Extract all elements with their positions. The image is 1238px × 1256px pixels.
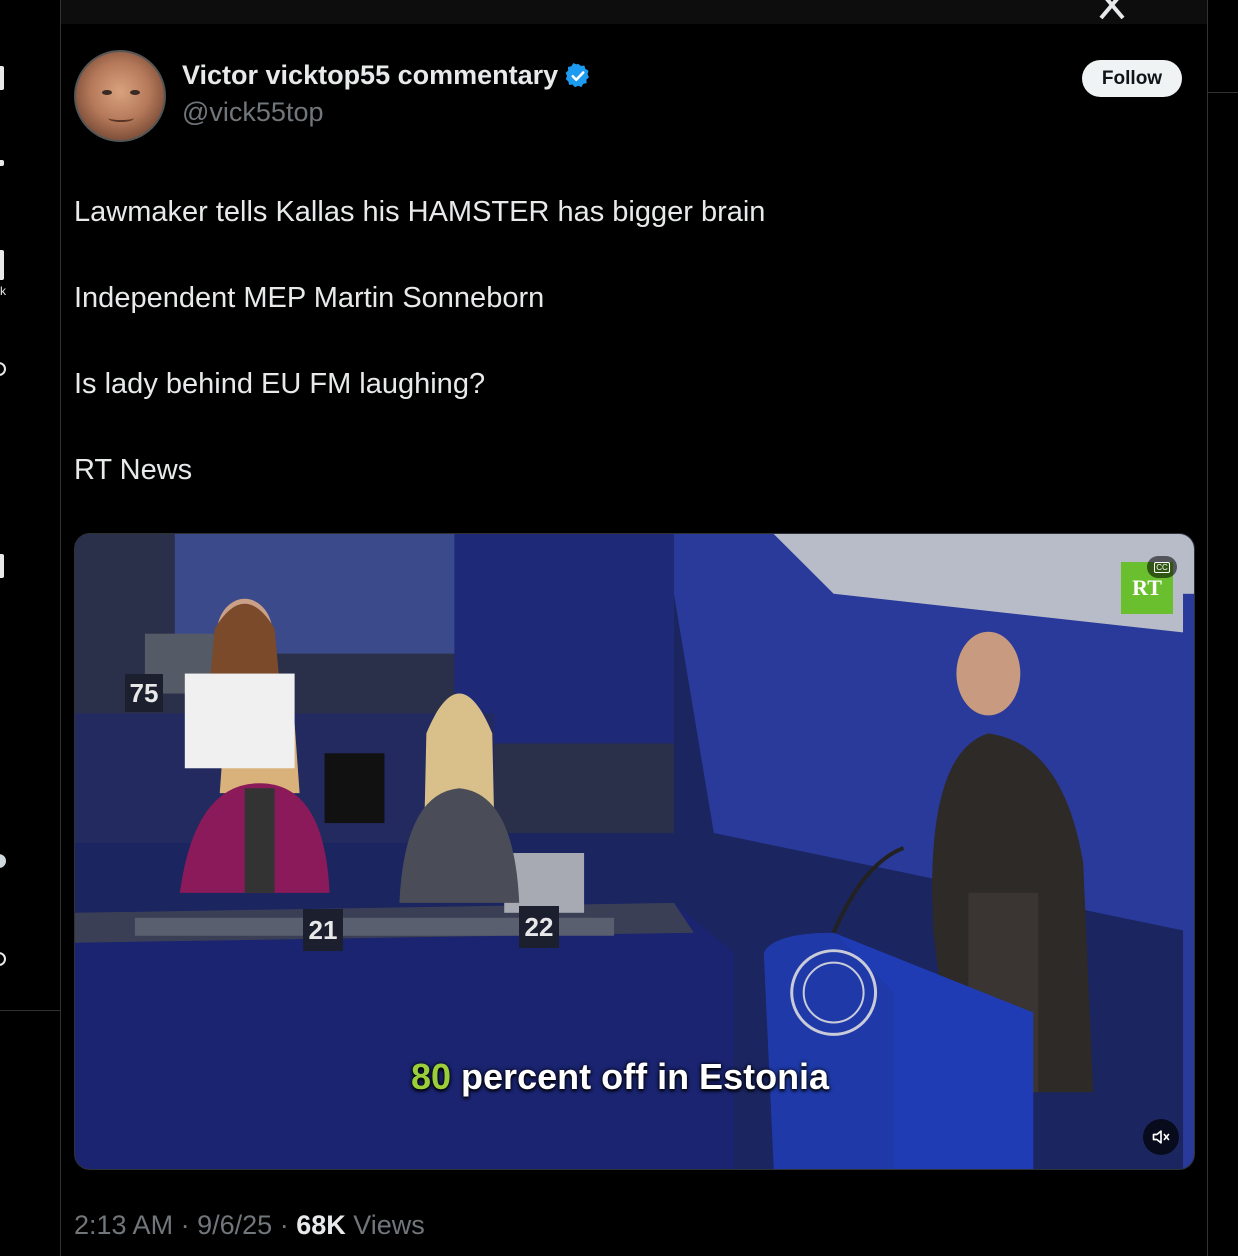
left-navigation-rail: k — [0, 0, 61, 1011]
follow-button[interactable]: Follow — [1082, 60, 1182, 97]
tweet-time[interactable]: 2:13 AM — [74, 1210, 173, 1240]
right-rail-divider — [1208, 92, 1238, 93]
avatar-mouth — [108, 114, 134, 122]
nav-icon-partial[interactable] — [0, 250, 4, 280]
cc-icon: CC — [1154, 561, 1170, 573]
video-player[interactable]: 75 21 22 RT CC 80 percent off in Estonia — [74, 533, 1195, 1170]
tweet-text-line: Lawmaker tells Kallas his HAMSTER has bi… — [74, 196, 766, 228]
x-logo-icon[interactable] — [1097, 0, 1127, 26]
closed-captions-button[interactable]: CC — [1147, 556, 1177, 578]
tweet-text-line: RT News — [74, 454, 193, 486]
verified-badge-icon[interactable] — [564, 62, 592, 90]
mute-button[interactable] — [1143, 1119, 1179, 1155]
speaker-muted-icon — [1152, 1130, 1170, 1144]
nav-icon-partial[interactable]: k — [0, 284, 6, 298]
avatar-eye — [102, 90, 112, 95]
top-bar — [61, 0, 1207, 24]
views-label: Views — [353, 1210, 425, 1240]
nav-icon-partial[interactable] — [0, 554, 4, 578]
tweet-text-line: Is lady behind EU FM laughing? — [74, 368, 486, 400]
caption-text: percent off in Estonia — [451, 1056, 830, 1097]
avatar-eye — [130, 90, 140, 95]
author-display-name[interactable]: Victor vicktop55 commentary — [182, 60, 592, 91]
tweet-date[interactable]: 9/6/25 — [197, 1210, 272, 1240]
nav-icon-partial[interactable] — [0, 362, 6, 376]
author-name-text[interactable]: Victor vicktop55 commentary — [182, 60, 558, 91]
seat-number-label: 75 — [125, 674, 163, 712]
tweet-metadata: 2:13 AM · 9/6/25 · 68K Views — [74, 1210, 425, 1241]
tweet-page: k Victor vicktop55 commentary @vick55top… — [0, 0, 1238, 1256]
meta-separator: · — [180, 1210, 190, 1240]
seat-number-label: 21 — [303, 909, 343, 951]
meta-separator: · — [279, 1210, 289, 1240]
seat-number-label: 22 — [519, 906, 559, 948]
tweet-text-line: Independent MEP Martin Sonneborn — [74, 282, 545, 314]
nav-avatar-partial[interactable] — [0, 854, 6, 868]
video-caption: 80 percent off in Estonia — [411, 1056, 829, 1098]
views-count[interactable]: 68K — [296, 1210, 346, 1240]
avatar[interactable] — [74, 50, 166, 142]
author-handle[interactable]: @vick55top — [182, 97, 323, 128]
nav-icon-partial[interactable] — [0, 952, 6, 966]
nav-icon-partial[interactable] — [0, 66, 4, 90]
caption-number: 80 — [411, 1056, 452, 1097]
nav-icon-partial[interactable] — [0, 160, 4, 166]
